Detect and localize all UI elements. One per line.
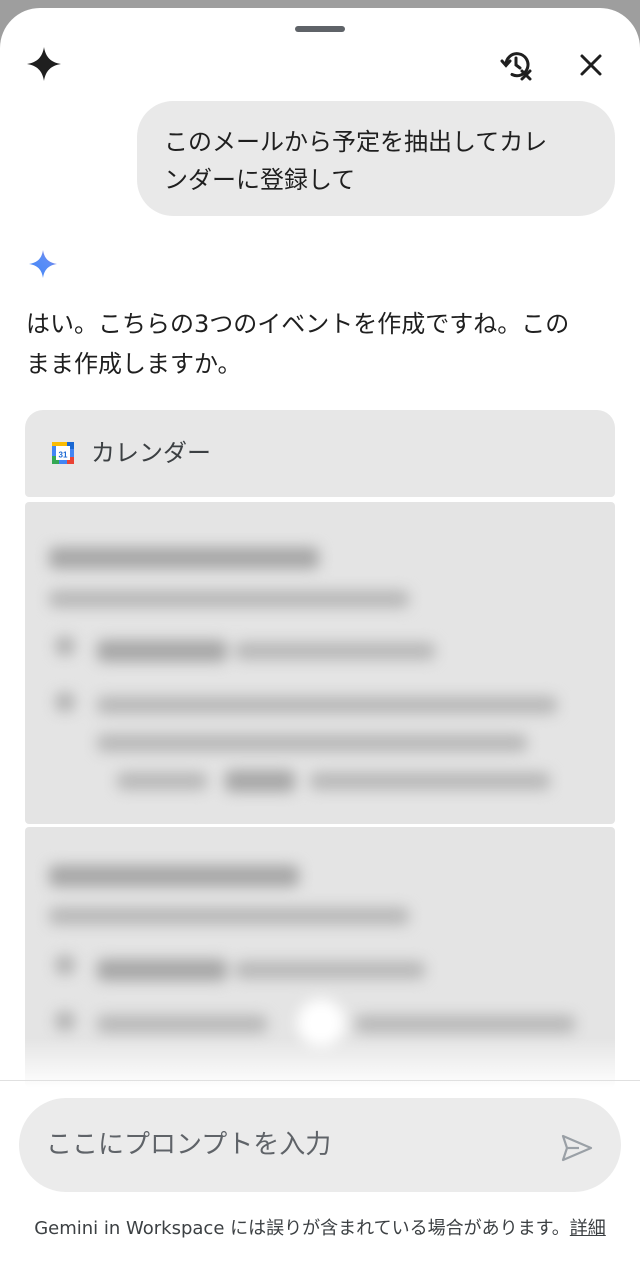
close-button[interactable] (570, 44, 612, 86)
user-message-line: ンダーに登録して (164, 166, 356, 194)
history-off-button[interactable] (496, 44, 538, 86)
close-icon (580, 54, 602, 76)
assistant-response: はい。こちらの3つのイベントを作成ですね。この まま作成しますか。 (26, 304, 616, 384)
gemini-sparkle-icon (28, 249, 58, 279)
user-message-line: このメールから予定を抽出してカレ (164, 128, 548, 156)
event-card[interactable] (25, 502, 615, 824)
assistant-response-line: まま作成しますか。 (26, 350, 242, 378)
user-message-bubble: このメールから予定を抽出してカレ ンダーに登録して (137, 101, 615, 216)
calendar-icon-day: 31 (59, 451, 68, 460)
drag-handle[interactable] (295, 26, 345, 32)
details-link[interactable]: 詳細 (570, 1218, 606, 1239)
calendar-card-title: カレンダー (91, 439, 211, 467)
google-calendar-icon: 31 (52, 442, 74, 464)
calendar-card-header: 31 カレンダー (25, 410, 615, 497)
send-button[interactable] (559, 1130, 595, 1166)
event-card-content-redacted (25, 502, 615, 824)
history-off-icon (500, 52, 532, 81)
gemini-star-icon (26, 46, 62, 82)
gemini-panel: このメールから予定を抽出してカレ ンダーに登録して はい。こちらの3つのイベント… (0, 8, 640, 1280)
disclaimer: Gemini in Workspace には誤りが含まれている場合があります。詳… (20, 1212, 620, 1245)
prompt-input-placeholder: ここにプロンプトを入力 (46, 1130, 332, 1160)
disclaimer-text: Gemini in Workspace には誤りが含まれている場合があります。 (34, 1218, 570, 1239)
divider (0, 1080, 640, 1081)
send-icon (561, 1134, 593, 1162)
prompt-input[interactable]: ここにプロンプトを入力 (19, 1098, 621, 1192)
assistant-response-line: はい。こちらの3つのイベントを作成ですね。この (26, 310, 570, 338)
